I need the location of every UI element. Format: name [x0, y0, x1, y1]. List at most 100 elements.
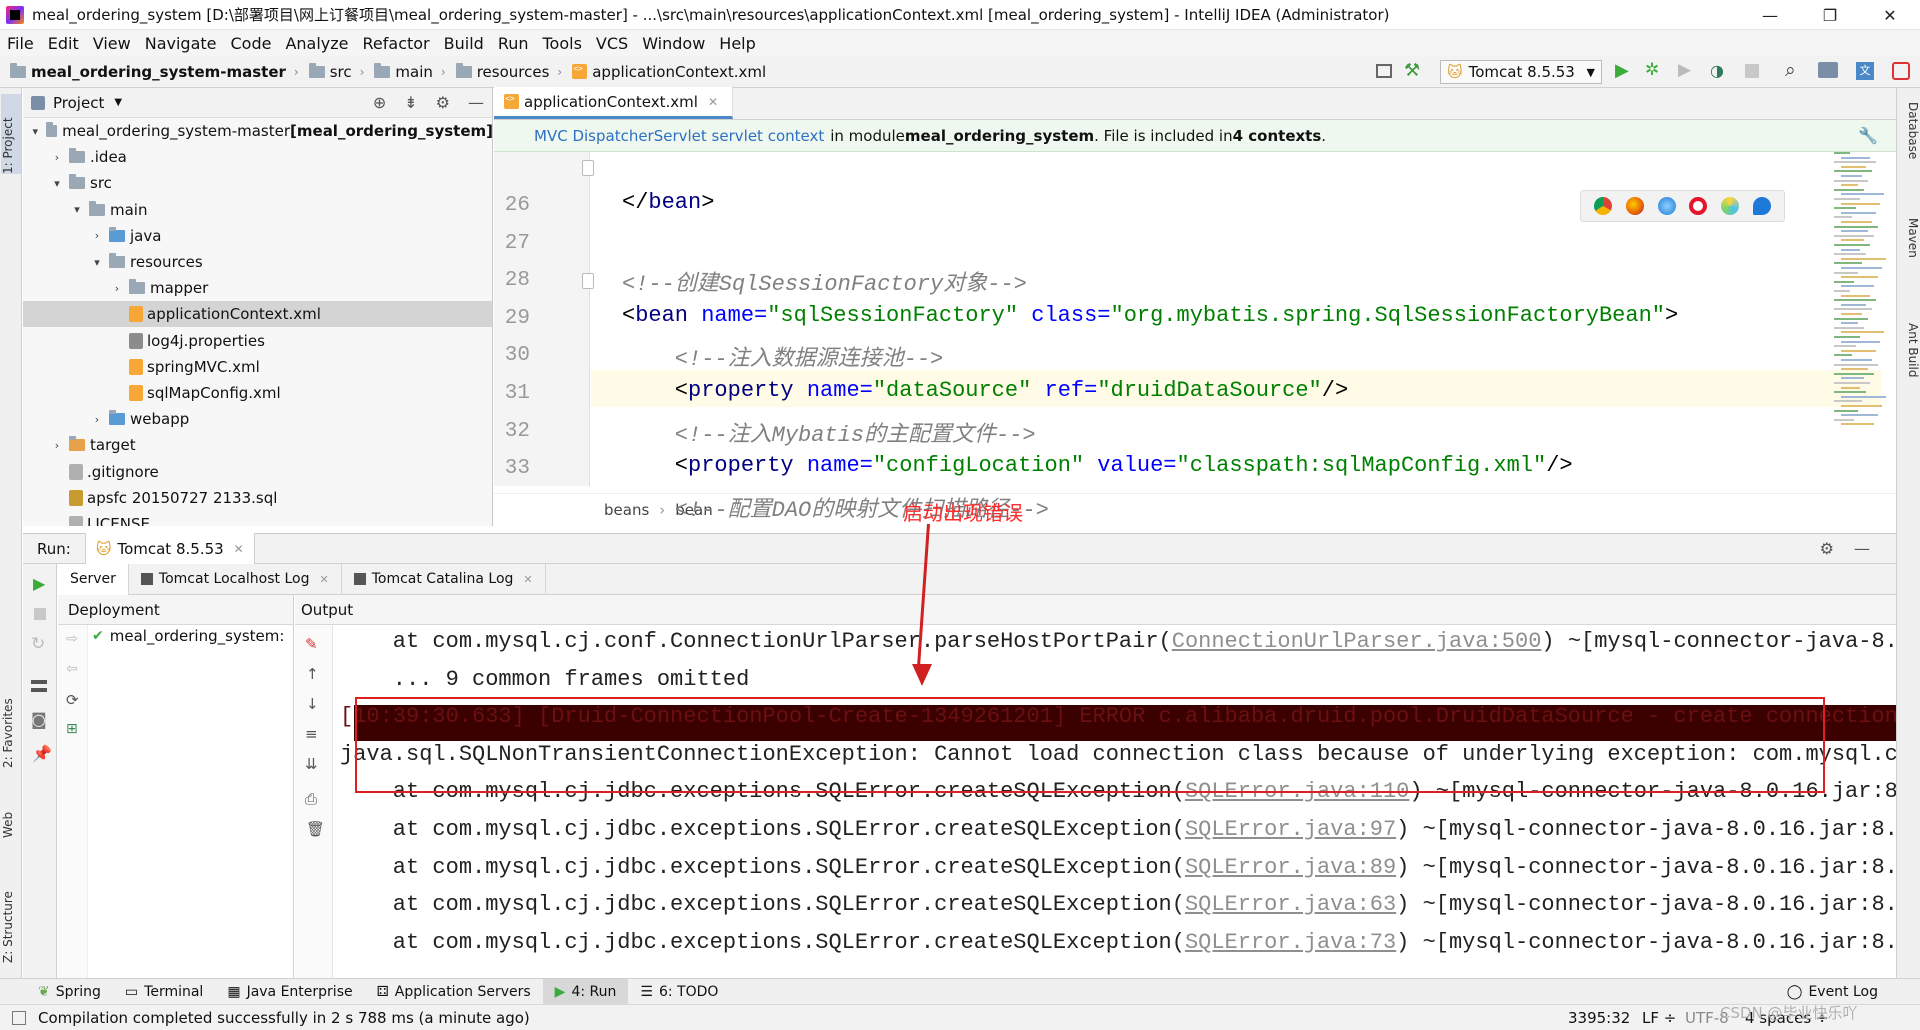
menu-vcs[interactable]: VCS: [596, 34, 628, 53]
tree-item[interactable]: apsfc 20150727 2133.sql: [23, 485, 492, 511]
caret-position[interactable]: 3395:32: [1568, 1009, 1630, 1027]
stacktrace-link[interactable]: SQLError.java:97: [1185, 817, 1396, 842]
expanded-arrow-icon[interactable]: ▾: [71, 203, 83, 216]
edge-icon[interactable]: [1753, 197, 1772, 215]
expanded-arrow-icon[interactable]: ▾: [91, 256, 103, 269]
code-line[interactable]: <!--注入Mybatis的主配置文件-->: [622, 416, 1036, 448]
collapsed-arrow-icon[interactable]: ›: [91, 229, 103, 242]
menu-view[interactable]: View: [93, 34, 131, 53]
close-tab-icon[interactable]: ✕: [523, 573, 532, 586]
collapse-icon[interactable]: ⇟: [404, 93, 417, 112]
servlet-context-link[interactable]: MVC DispatcherServlet servlet context: [534, 127, 824, 145]
line-separator[interactable]: LF ÷: [1642, 1009, 1676, 1027]
tool-tab-terminal[interactable]: ▭ Terminal: [113, 979, 215, 1005]
update-icon[interactable]: ↻: [31, 634, 45, 654]
tool-tab-java-enterprise[interactable]: ▦ Java Enterprise: [215, 979, 364, 1005]
stop-icon[interactable]: [34, 608, 46, 620]
run-config-select[interactable]: 🐱 Tomcat 8.5.53 ▼: [1440, 60, 1602, 84]
tree-item[interactable]: › java: [23, 223, 492, 249]
close-tab-icon[interactable]: ✕: [319, 573, 328, 586]
stacktrace-link[interactable]: SQLError.java:89: [1185, 855, 1396, 880]
tab-catalina-log[interactable]: Tomcat Catalina Log ✕: [342, 563, 546, 595]
gear-icon[interactable]: ⚙: [1820, 539, 1834, 558]
print-icon[interactable]: ⎙: [305, 790, 317, 808]
chrome-icon[interactable]: [1593, 197, 1612, 215]
layout-icon[interactable]: [31, 680, 47, 692]
menu-code[interactable]: Code: [231, 34, 272, 53]
close-tab-icon[interactable]: ✕: [234, 542, 244, 556]
refresh-icon[interactable]: ⟳: [66, 691, 79, 709]
deployment-item[interactable]: ✔ meal_ordering_system:: [92, 627, 284, 645]
pin-icon[interactable]: 📌: [32, 744, 52, 763]
tool-tab-application-servers[interactable]: ⚃ Application Servers: [365, 979, 543, 1005]
tab-localhost-log[interactable]: Tomcat Localhost Log ✕: [129, 563, 342, 595]
menu-refactor[interactable]: Refactor: [363, 34, 430, 53]
build-hammer-icon[interactable]: ⚒: [1404, 60, 1420, 81]
artifact-icon[interactable]: ⊞: [66, 721, 78, 737]
code-line[interactable]: <property name="dataSource" ref="druidDa…: [622, 378, 1348, 403]
collapsed-arrow-icon[interactable]: ›: [111, 282, 123, 295]
project-view-select[interactable]: Project: [53, 94, 104, 112]
tree-item[interactable]: LICENSE: [23, 511, 492, 526]
expanded-arrow-icon[interactable]: ▾: [31, 125, 40, 138]
tool-tab-run[interactable]: ▶ 4: Run: [542, 978, 629, 1005]
tree-item[interactable]: ▾ src: [23, 170, 492, 196]
menu-edit[interactable]: Edit: [48, 34, 79, 53]
tool-tab-spring[interactable]: ❦ Spring: [26, 979, 113, 1005]
stacktrace-link[interactable]: ConnectionUrlParser.java:500: [1172, 629, 1542, 654]
yandex-icon[interactable]: [1721, 197, 1740, 215]
scroll-end-icon[interactable]: ⇊: [305, 755, 318, 773]
crumb-src[interactable]: src ›: [308, 62, 364, 81]
tree-item[interactable]: › webapp: [23, 406, 492, 432]
hide-icon[interactable]: —: [1854, 539, 1870, 558]
stacktrace-link[interactable]: SQLError.java:73: [1185, 930, 1396, 955]
editor-tab-applicationcontext[interactable]: applicationContext.xml ✕: [494, 87, 733, 119]
code-line[interactable]: <!--注入数据源连接池-->: [622, 340, 943, 372]
translate-icon[interactable]: 文: [1856, 62, 1874, 80]
code-line[interactable]: <bean name="sqlSessionFactory" class="or…: [622, 303, 1678, 328]
minimize-button[interactable]: —: [1740, 0, 1800, 30]
locate-icon[interactable]: ⊕: [373, 93, 386, 112]
tree-item[interactable]: ▾ meal_ordering_system-master [meal_order…: [23, 118, 492, 144]
favorites-tool-tab[interactable]: 2: Favorites: [1, 668, 21, 768]
close-button[interactable]: ✕: [1860, 0, 1920, 30]
opera-icon[interactable]: [1689, 197, 1708, 215]
menu-file[interactable]: File: [7, 34, 34, 53]
web-tool-tab[interactable]: Web: [1, 788, 21, 838]
project-structure-icon[interactable]: [1818, 62, 1838, 78]
menu-analyze[interactable]: Analyze: [285, 34, 348, 53]
menu-run[interactable]: Run: [498, 34, 529, 53]
gear-icon[interactable]: ⚙: [436, 93, 450, 112]
tree-item[interactable]: log4j.properties: [23, 328, 492, 354]
run-config-tab[interactable]: 🐱 Tomcat 8.5.53 ✕: [84, 533, 255, 564]
event-log-button[interactable]: ◯ Event Log: [1775, 979, 1890, 1005]
menu-build[interactable]: Build: [444, 34, 484, 53]
hide-icon[interactable]: —: [468, 93, 484, 112]
safari-icon[interactable]: [1657, 197, 1676, 215]
console-output[interactable]: at com.mysql.cj.conf.ConnectionUrlParser…: [334, 625, 1896, 978]
fold-marker-icon[interactable]: [582, 160, 594, 176]
database-tool-tab[interactable]: Database: [1900, 102, 1920, 182]
tree-item[interactable]: springMVC.xml: [23, 354, 492, 380]
menu-window[interactable]: Window: [642, 34, 705, 53]
stop-icon[interactable]: [1745, 64, 1759, 78]
chevron-down-icon[interactable]: ▼: [114, 97, 122, 108]
rerun-icon[interactable]: ▶: [33, 574, 45, 593]
tree-item[interactable]: ▾ main: [23, 197, 492, 223]
code-line[interactable]: <property name="configLocation" value="c…: [622, 453, 1573, 478]
maven-tool-tab[interactable]: Maven: [1900, 218, 1920, 278]
firefox-icon[interactable]: [1625, 197, 1644, 215]
tree-item[interactable]: sqlMapConfig.xml: [23, 380, 492, 406]
up-arrow-icon[interactable]: ↑: [306, 665, 319, 683]
tab-server[interactable]: Server: [58, 563, 129, 595]
tree-item[interactable]: › mapper: [23, 275, 492, 301]
trash-icon[interactable]: 🗑: [306, 820, 325, 838]
menu-tools[interactable]: Tools: [543, 34, 582, 53]
tree-item[interactable]: ▾ resources: [23, 249, 492, 275]
close-tab-icon[interactable]: ✕: [708, 95, 718, 109]
plugin-icon[interactable]: [1892, 62, 1910, 80]
maximize-button[interactable]: ❐: [1800, 0, 1860, 30]
collapsed-arrow-icon[interactable]: ›: [51, 439, 63, 452]
code-minimap[interactable]: [1834, 152, 1886, 452]
code-line[interactable]: <!--创建SqlSessionFactory对象-->: [622, 265, 1027, 297]
